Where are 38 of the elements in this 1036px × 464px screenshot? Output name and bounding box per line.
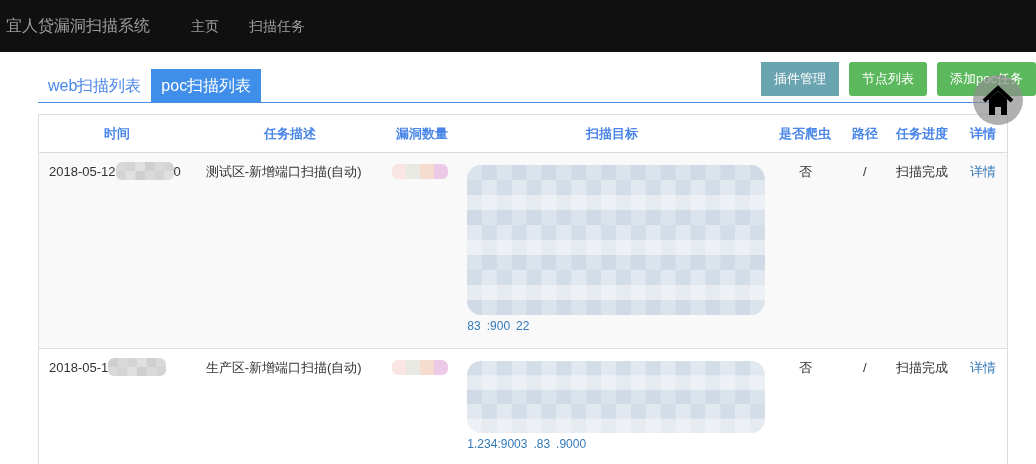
cell-text: / (862, 163, 867, 179)
column-header: 任务描述 (264, 125, 317, 141)
action-button[interactable]: 插件管理 (761, 62, 840, 96)
target-fragment: .83 (533, 435, 551, 453)
cell-text: 否 (798, 163, 812, 179)
cell-text: 测试区-新增端口扫描(自动) (205, 163, 362, 179)
cell-text: 否 (798, 359, 812, 375)
cell-text: 0 (173, 162, 181, 181)
redaction-mosaic (392, 359, 449, 375)
column-header: 路径 (851, 125, 878, 141)
cell-text: / (862, 359, 867, 375)
target-fragment: 1.234:9003 (467, 435, 528, 453)
target-fragment: 22 (516, 317, 530, 335)
cell-text: 生产区-新增端口扫描(自动) (205, 359, 362, 375)
column-header: 任务进度 (895, 125, 948, 141)
brand-title[interactable]: 宜人贷漏洞扫描系统 (0, 14, 176, 38)
cell-text: 2018-05-1 (49, 358, 109, 377)
target-fragment: :900 (486, 317, 511, 335)
column-header: 漏洞数量 (395, 125, 448, 141)
details-link[interactable]: 详情 (970, 163, 997, 179)
tab[interactable]: web扫描列表 (38, 69, 152, 102)
target-fragment: 83 (467, 317, 481, 335)
action-button[interactable]: 节点列表 (849, 62, 928, 96)
nav-link[interactable]: 扫描任务 (234, 15, 320, 37)
cell-text: 扫描完成 (895, 359, 948, 375)
redaction-mosaic (392, 163, 449, 179)
cell-text: 扫描完成 (895, 163, 948, 179)
target-fragment: .9000 (556, 435, 587, 453)
nav-link[interactable]: 主页 (176, 15, 234, 37)
details-link[interactable]: 详情 (970, 359, 997, 375)
column-header: 详情 (970, 125, 997, 141)
column-header: 是否爬虫 (779, 125, 832, 141)
redaction-mosaic (108, 358, 167, 377)
column-header: 扫描目标 (586, 125, 639, 141)
column-header: 时间 (104, 125, 131, 141)
tab[interactable]: poc扫描列表 (151, 69, 262, 102)
redaction-mosaic (115, 162, 174, 181)
cell-text: 2018-05-12 (49, 162, 116, 181)
